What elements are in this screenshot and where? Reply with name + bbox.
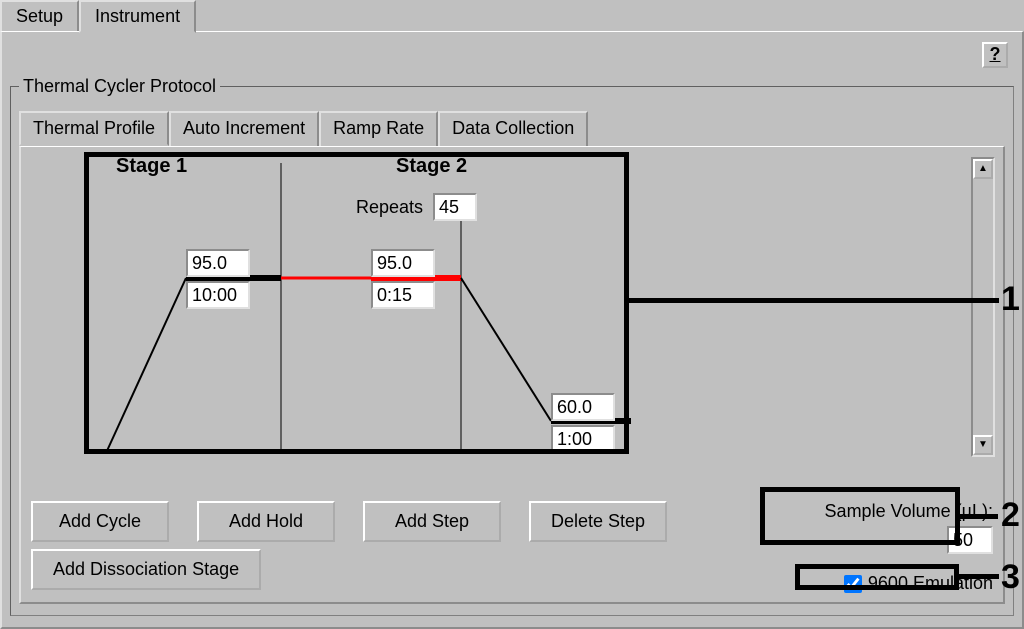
scroll-down-button[interactable]: ▼ — [973, 435, 993, 455]
add-step-button[interactable]: Add Step — [363, 501, 501, 542]
stage1-temp-field[interactable] — [186, 249, 250, 277]
annotation-line-2 — [960, 514, 998, 519]
stage2-step1-time-field[interactable] — [371, 281, 435, 309]
vertical-scrollbar[interactable]: ▲ ▼ — [971, 157, 995, 457]
annotation-line-3 — [959, 574, 999, 579]
stage2-step2-temp-field[interactable] — [551, 393, 615, 421]
stage2-step1-temp-field[interactable] — [371, 249, 435, 277]
emulation-checkbox[interactable] — [844, 575, 862, 593]
tab-setup[interactable]: Setup — [0, 0, 79, 31]
tab-ramp-rate[interactable]: Ramp Rate — [319, 111, 438, 146]
annotation-number-3: 3 — [1001, 558, 1020, 597]
stage1-time-field[interactable] — [186, 281, 250, 309]
tab-auto-increment[interactable]: Auto Increment — [169, 111, 319, 146]
protocol-sub-tabs: Thermal Profile Auto Increment Ramp Rate… — [19, 111, 1005, 146]
help-button[interactable]: ? — [982, 42, 1008, 68]
stage1-label: Stage 1 — [116, 155, 187, 178]
sample-volume-group: Sample Volume (µL): — [825, 501, 993, 554]
protocol-legend: Thermal Cycler Protocol — [19, 76, 220, 97]
delete-step-button[interactable]: Delete Step — [529, 501, 667, 542]
annotation-number-1: 1 — [1001, 280, 1020, 319]
repeats-field[interactable] — [433, 193, 477, 221]
thermal-profile-panel: Stage 1 Stage 2 Repeats ▲ ▼ — [19, 146, 1005, 604]
add-cycle-button[interactable]: Add Cycle — [31, 501, 169, 542]
instrument-panel: ? Thermal Cycler Protocol Thermal Profil… — [0, 31, 1024, 629]
scroll-up-button[interactable]: ▲ — [973, 159, 993, 179]
tab-data-collection[interactable]: Data Collection — [438, 111, 588, 146]
repeats-label: Repeats — [356, 197, 423, 218]
annotation-number-2: 2 — [1001, 496, 1020, 535]
add-hold-button[interactable]: Add Hold — [197, 501, 335, 542]
stage2-label: Stage 2 — [396, 155, 467, 178]
stage2-step2-time-field[interactable] — [551, 425, 615, 453]
tab-thermal-profile[interactable]: Thermal Profile — [19, 111, 169, 146]
tab-instrument[interactable]: Instrument — [79, 0, 196, 33]
thermal-cycler-protocol-group: Thermal Cycler Protocol Thermal Profile … — [10, 76, 1014, 616]
annotation-line-1 — [629, 298, 999, 303]
sample-volume-field[interactable] — [947, 526, 993, 554]
add-dissociation-stage-button[interactable]: Add Dissociation Stage — [31, 549, 261, 590]
profile-button-row: Add Cycle Add Hold Add Step Delete Step — [31, 501, 667, 542]
main-tab-bar: Setup Instrument — [0, 0, 1024, 31]
thermal-profile-plot: Stage 1 Stage 2 Repeats — [31, 153, 921, 463]
